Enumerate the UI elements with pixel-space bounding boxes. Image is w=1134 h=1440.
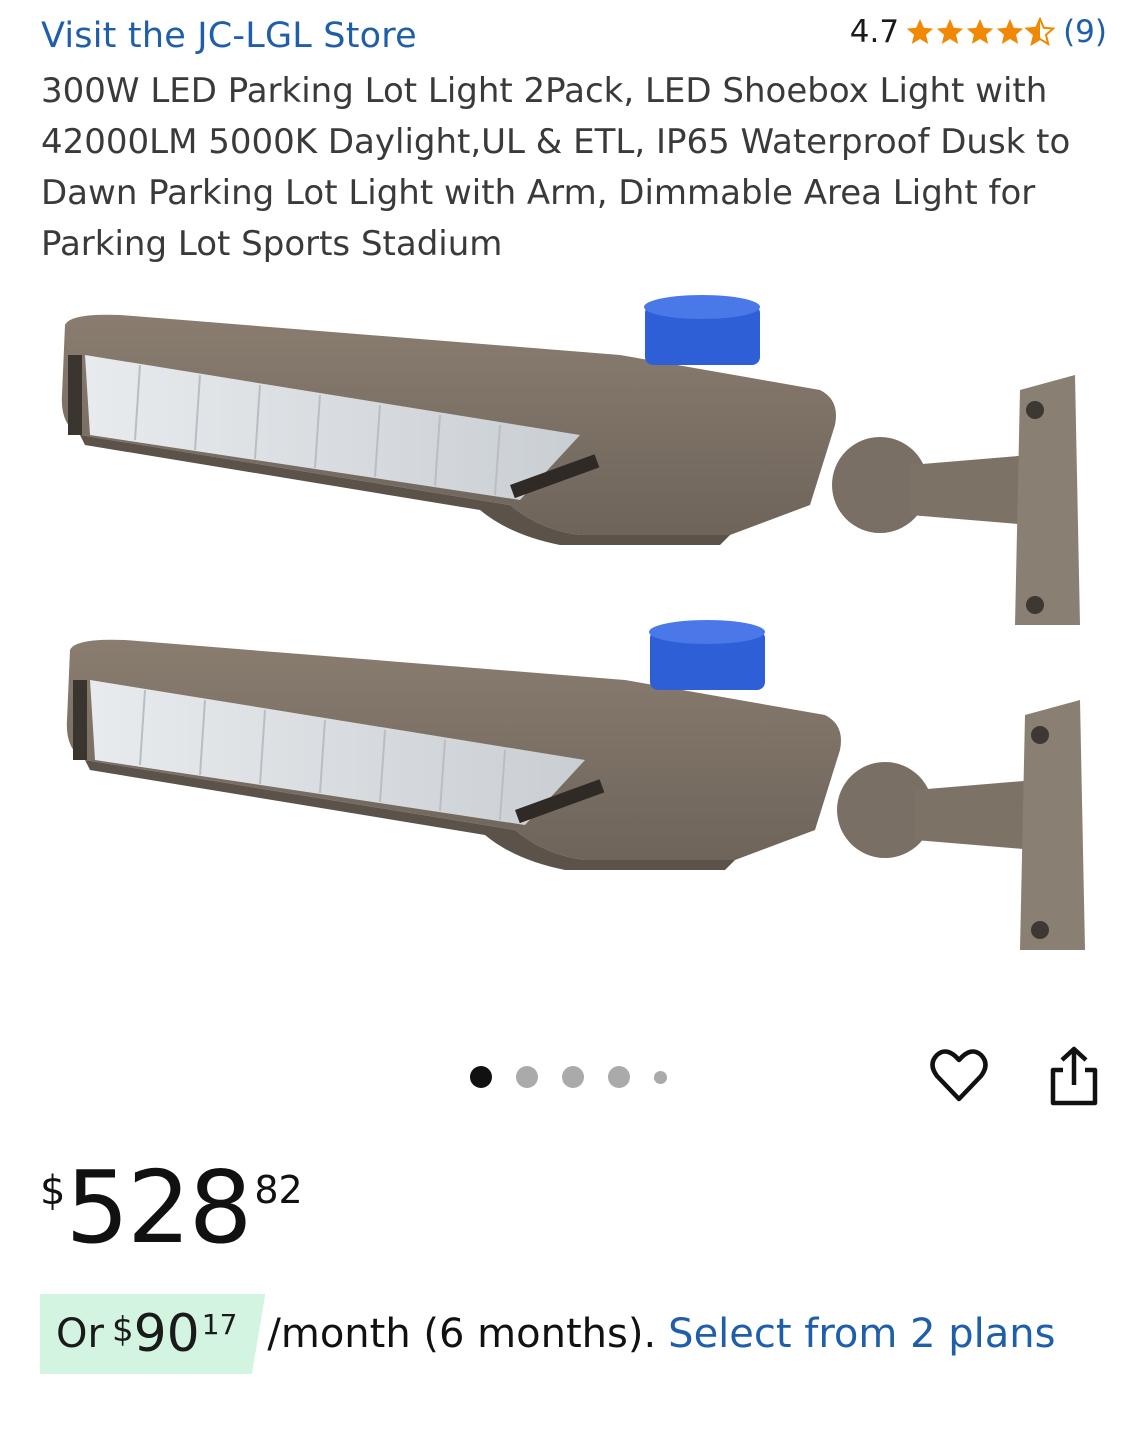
select-plans-link[interactable]: Select from 2 plans [668, 1311, 1055, 1357]
carousel-indicator[interactable] [470, 1066, 691, 1088]
financing-currency: $ [111, 1310, 134, 1350]
financing-whole: 90 [133, 1304, 200, 1364]
share-button[interactable] [1045, 1045, 1103, 1107]
store-link[interactable]: Visit the JC-LGL Store [41, 16, 417, 56]
carousel-dot[interactable] [562, 1066, 584, 1088]
heart-icon [930, 1049, 988, 1102]
financing-cents: 17 [201, 1307, 238, 1341]
rating-summary[interactable]: 4.7 (9) [850, 14, 1107, 50]
share-icon [1050, 1046, 1098, 1106]
price-cents: 82 [254, 1168, 303, 1212]
star-rating [905, 17, 1055, 47]
financing-suffix: /month (6 months). [267, 1311, 657, 1357]
favorite-button[interactable] [930, 1046, 988, 1106]
rating-value: 4.7 [849, 14, 900, 50]
carousel-dot[interactable] [470, 1066, 492, 1088]
carousel-dot[interactable] [608, 1066, 630, 1088]
price: $ 528 82 [40, 1158, 303, 1258]
carousel-dot[interactable] [516, 1066, 538, 1088]
review-count[interactable]: (9) [1063, 14, 1107, 50]
carousel-dot[interactable] [654, 1070, 667, 1084]
price-whole: 528 [65, 1149, 252, 1266]
financing-highlight: Or $ 90 17 [40, 1294, 266, 1374]
product-image[interactable] [40, 285, 1110, 985]
product-photo [60, 294, 1087, 951]
product-title: 300W LED Parking Lot Light 2Pack, LED Sh… [41, 71, 1071, 264]
financing-offer: Or $ 90 17 /month (6 months). Select fro… [40, 1294, 1055, 1374]
stars-icon [906, 18, 1055, 45]
price-currency: $ [40, 1168, 66, 1214]
financing-prefix: Or [56, 1311, 104, 1357]
